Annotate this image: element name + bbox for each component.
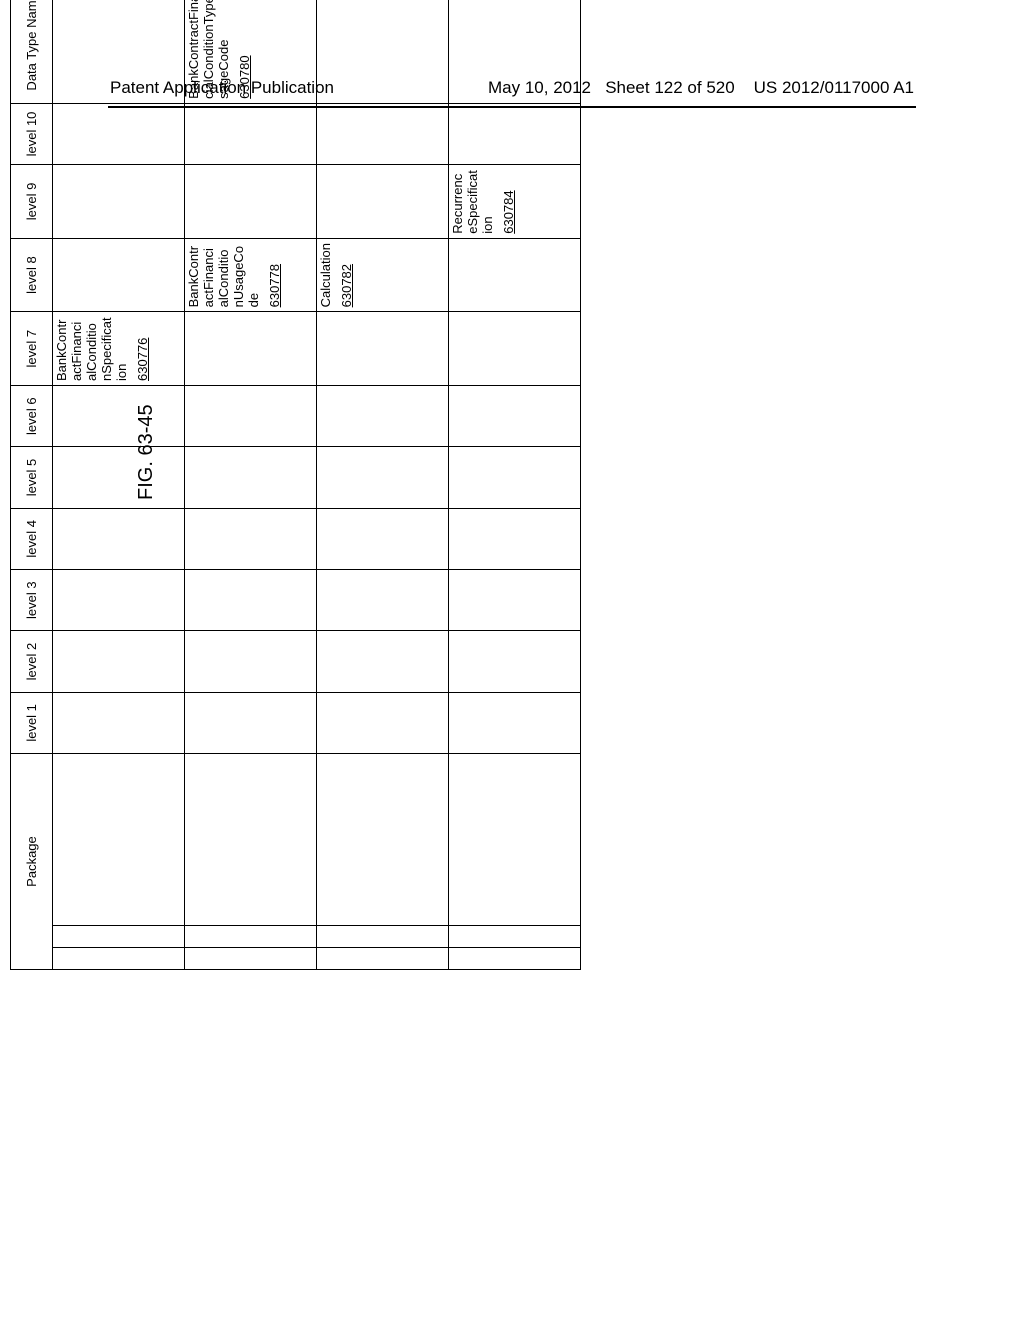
cell-ref: 630778 (268, 264, 283, 307)
cell-l4 (449, 508, 581, 569)
cell-l1 (317, 692, 449, 753)
cell-l10 (185, 103, 317, 164)
cell-l5 (185, 447, 317, 508)
col-level8: level 8 (11, 238, 53, 312)
cell-l2 (185, 631, 317, 692)
cell-l9 (53, 165, 185, 239)
cell-l9 (317, 165, 449, 239)
cell-l1 (53, 692, 185, 753)
cell-pk-c (317, 754, 449, 926)
cell-l4 (185, 508, 317, 569)
cell-l2 (53, 631, 185, 692)
cell-l4 (317, 508, 449, 569)
cell-l8 (449, 238, 581, 312)
table-container: Package level 1 level 2 level 3 level 4 … (10, 360, 1000, 970)
cell-ref: 630784 (502, 190, 517, 233)
cell-text: RecurrenceSpecification (450, 170, 495, 234)
cell-l10 (449, 103, 581, 164)
cell-l7: BankContractFinancialConditionSpecificat… (53, 312, 185, 386)
cell-pk-b (185, 925, 317, 947)
table-row: RecurrenceSpecification 630784 (449, 0, 581, 970)
cell-ref: 630776 (136, 338, 151, 381)
cell-l3 (185, 570, 317, 631)
cell-pk-a (317, 947, 449, 969)
cell-l2 (317, 631, 449, 692)
cell-l6 (53, 385, 185, 446)
cell-l6 (449, 385, 581, 446)
cell-l8: Calculation 630782 (317, 238, 449, 312)
table-row: Calculation 630782 (317, 0, 449, 970)
cell-pk-a (53, 947, 185, 969)
cell-l2 (449, 631, 581, 692)
hierarchy-table: Package level 1 level 2 level 3 level 4 … (10, 0, 581, 970)
cell-dtn: BankContractFinancialConditionTypeUsageC… (185, 0, 317, 103)
cell-ref: 630780 (238, 55, 253, 98)
cell-l6 (185, 385, 317, 446)
cell-dtn (53, 0, 185, 103)
table-row: BankContractFinancialConditionUsageCode … (185, 0, 317, 970)
cell-l10 (53, 103, 185, 164)
col-level4: level 4 (11, 508, 53, 569)
header-pub: US 2012/0117000 A1 (754, 78, 914, 97)
col-level6: level 6 (11, 385, 53, 446)
col-level1: level 1 (11, 692, 53, 753)
cell-l7 (317, 312, 449, 386)
cell-l6 (317, 385, 449, 446)
cell-text: BankContractFinancialConditionSpecificat… (54, 317, 129, 381)
col-data-type-name: Data Type Name (11, 0, 53, 103)
cell-l3 (449, 570, 581, 631)
cell-pk-b (53, 925, 185, 947)
cell-pk-b (449, 925, 581, 947)
col-level7: level 7 (11, 312, 53, 386)
cell-l8: BankContractFinancialConditionUsageCode … (185, 238, 317, 312)
cell-ref: 630782 (340, 264, 355, 307)
cell-l9: RecurrenceSpecification 630784 (449, 165, 581, 239)
cell-l7 (449, 312, 581, 386)
cell-pk-a (185, 947, 317, 969)
cell-pk-b (317, 925, 449, 947)
cell-pk-c (53, 754, 185, 926)
cell-dtn (449, 0, 581, 103)
col-level2: level 2 (11, 631, 53, 692)
col-level5: level 5 (11, 447, 53, 508)
cell-l5 (317, 447, 449, 508)
table-header-row: Package level 1 level 2 level 3 level 4 … (11, 0, 53, 970)
table-row: BankContractFinancialConditionSpecificat… (53, 0, 185, 970)
cell-pk-c (449, 754, 581, 926)
cell-l4 (53, 508, 185, 569)
header-sheet: Sheet 122 of 520 (605, 78, 735, 97)
cell-l5 (53, 447, 185, 508)
col-level10: level 10 (11, 103, 53, 164)
col-level3: level 3 (11, 570, 53, 631)
cell-l7 (185, 312, 317, 386)
cell-l8 (53, 238, 185, 312)
cell-text: BankContractFinancialConditionUsageCode (186, 246, 261, 307)
col-level9: level 9 (11, 165, 53, 239)
cell-text: Calculation (318, 243, 333, 307)
cell-l5 (449, 447, 581, 508)
cell-l9 (185, 165, 317, 239)
cell-l10 (317, 103, 449, 164)
cell-pk-a (449, 947, 581, 969)
cell-pk-c (185, 754, 317, 926)
col-package: Package (11, 754, 53, 970)
cell-l3 (317, 570, 449, 631)
cell-l1 (449, 692, 581, 753)
cell-dtn (317, 0, 449, 103)
cell-l3 (53, 570, 185, 631)
cell-text: BankContractFinancialConditionTypeUsageC… (186, 0, 231, 99)
cell-l1 (185, 692, 317, 753)
